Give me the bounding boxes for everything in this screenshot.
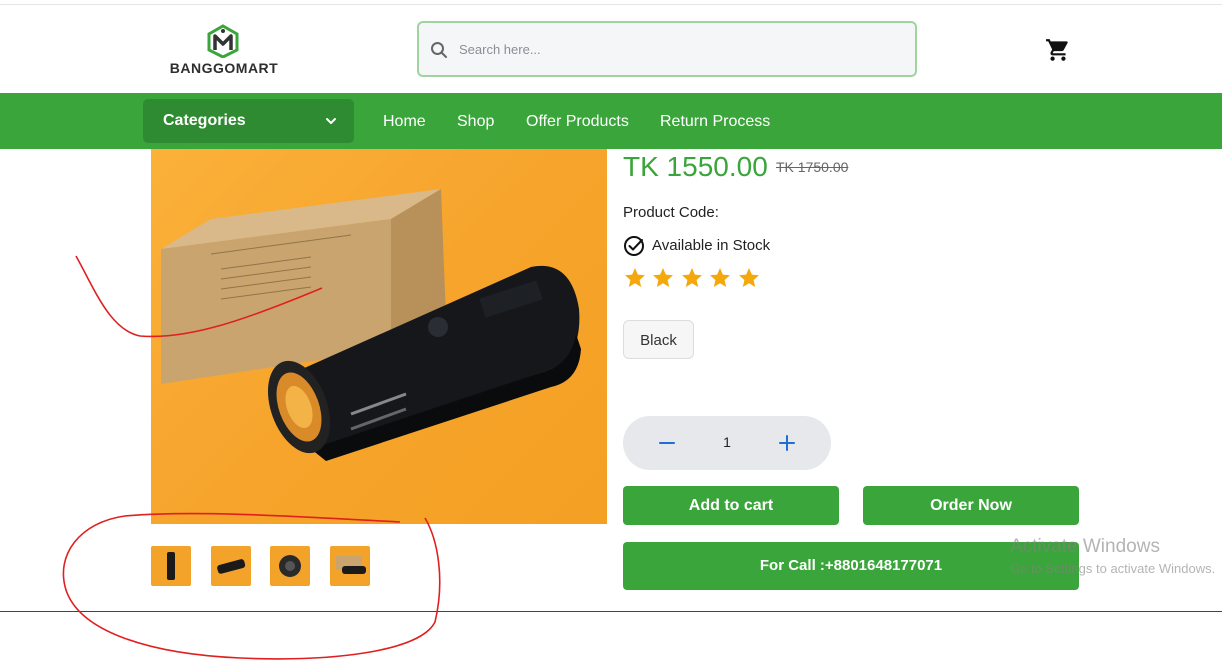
activate-windows-subtitle: Go to Settings to activate Windows. [1010, 561, 1216, 576]
activate-windows-title: Activate Windows [1010, 536, 1160, 557]
product-code-label: Product Code: [623, 204, 719, 221]
site-logo[interactable]: BANGGOMART [158, 24, 290, 78]
variant-option-black[interactable]: Black [623, 320, 694, 359]
thumbnail-image-icon [279, 555, 301, 577]
star-icon [738, 268, 759, 287]
quantity-stepper: 1 [623, 416, 831, 470]
product-thumbnail[interactable] [151, 546, 191, 586]
search-icon [431, 42, 447, 58]
nav-link-return-process[interactable]: Return Process [660, 113, 770, 131]
categories-label: Categories [163, 112, 246, 129]
main-nav: Categories Home Shop Offer Products Retu… [0, 93, 1222, 149]
red-annotation-circle [62, 512, 441, 660]
nav-link-shop[interactable]: Shop [457, 113, 494, 131]
check-circle-icon [624, 236, 644, 256]
minus-icon[interactable] [655, 431, 679, 455]
search-bar[interactable] [417, 21, 917, 77]
star-rating [623, 266, 761, 290]
thumbnail-image-icon [336, 556, 366, 574]
thumbnail-image-icon [217, 559, 246, 574]
product-thumbnail[interactable] [211, 546, 251, 586]
product-old-price: TK 1750.00 [776, 159, 849, 175]
product-price: TK 1550.00 [623, 151, 768, 182]
product-page: BANGGOMART Categories Home Shop Offer Pr… [0, 0, 1222, 661]
chevron-down-icon [326, 118, 336, 124]
stock-text: Available in Stock [652, 237, 771, 254]
product-thumbnail[interactable] [330, 546, 370, 586]
product-main-image[interactable] [151, 149, 607, 524]
nav-link-offer-products[interactable]: Offer Products [526, 113, 629, 131]
product-thumbnail[interactable] [270, 546, 310, 586]
logo-mark-icon [207, 24, 239, 58]
add-to-cart-button[interactable]: Add to cart [623, 486, 839, 525]
search-input[interactable] [459, 31, 899, 67]
star-icon [653, 268, 674, 287]
star-icon [710, 268, 731, 287]
star-icon [681, 268, 702, 287]
quantity-value[interactable]: 1 [715, 434, 739, 450]
logo-text: BANGGOMART [169, 60, 279, 76]
order-now-button[interactable]: Order Now [863, 486, 1079, 525]
plus-icon[interactable] [775, 431, 799, 455]
nav-link-home[interactable]: Home [383, 113, 426, 131]
cart-icon[interactable] [1045, 37, 1071, 63]
flashlight-box-illustration [161, 189, 581, 461]
top-divider [0, 4, 1222, 5]
star-icon [625, 268, 645, 287]
categories-dropdown[interactable]: Categories [143, 99, 354, 143]
thumbnail-image-icon [167, 552, 175, 580]
bottom-divider [0, 611, 1222, 612]
